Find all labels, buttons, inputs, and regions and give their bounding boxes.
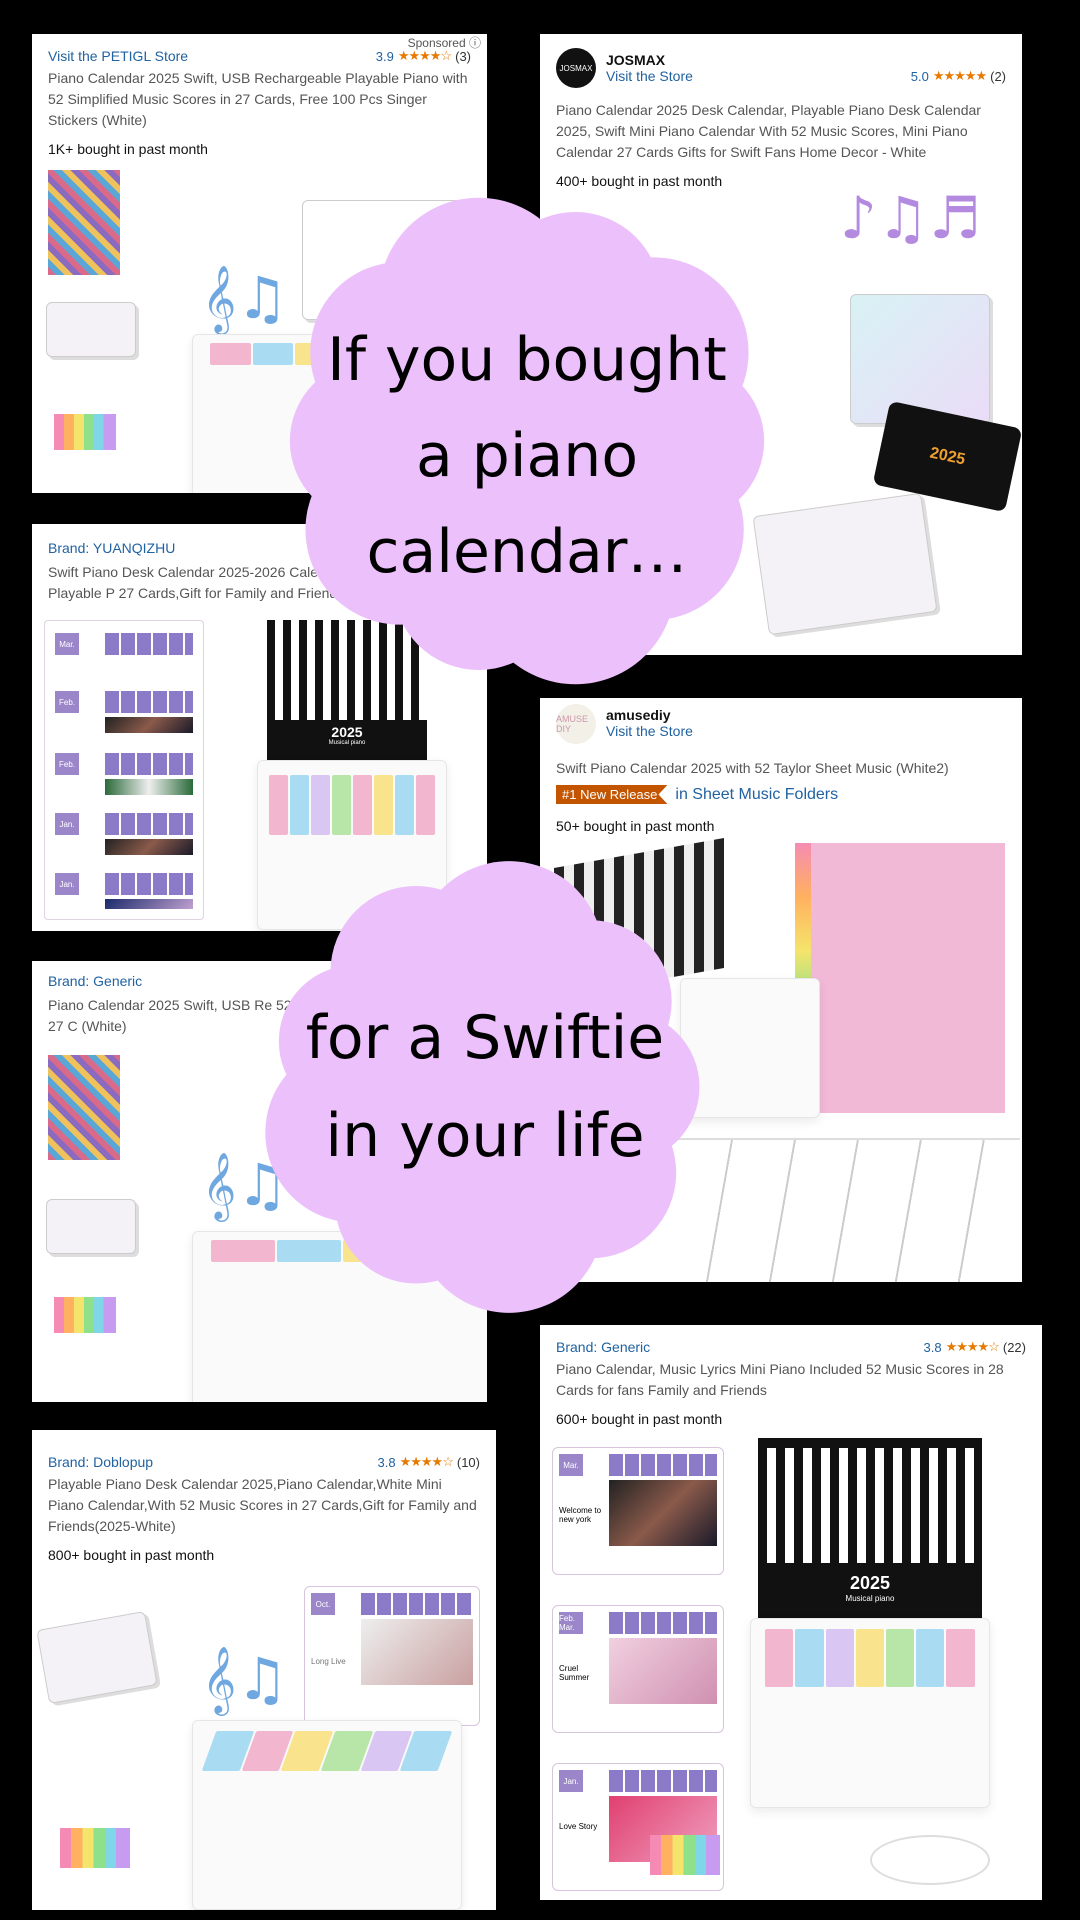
song-title: Long Live	[311, 1657, 346, 1666]
review-count: (22)	[1002, 1339, 1026, 1355]
josmax-logo: JOSMAX	[556, 48, 596, 88]
star-icons: ★★★★☆	[399, 1454, 454, 1469]
usb-cable-image	[870, 1835, 990, 1885]
bought-count: 1K+ bought in past month	[48, 141, 208, 157]
brand-link[interactable]: Brand: Generic	[556, 1339, 650, 1355]
rating[interactable]: 3.9 ★★★★☆ (3)	[376, 48, 471, 64]
store-name: amusediy	[606, 707, 671, 723]
month-label: Oct.	[311, 1593, 335, 1615]
month-label: Jan.	[55, 813, 79, 835]
rating-value: 3.8	[377, 1454, 396, 1470]
product-title[interactable]: Swift Piano Calendar 2025 with 52 Taylor…	[556, 758, 1006, 779]
calendar-strip-image: Mar. Feb. Feb. Jan. Jan.	[44, 620, 204, 920]
month-label: Jan.	[55, 873, 79, 895]
store-name: JOSMAX	[606, 52, 666, 68]
brand-link[interactable]: Brand: YUANQIZHU	[48, 540, 175, 556]
piano-year: 2025	[331, 724, 363, 740]
rating-value: 3.8	[923, 1339, 942, 1355]
rating[interactable]: 3.8 ★★★★☆ (22)	[924, 1339, 1026, 1355]
product-title[interactable]: Playable Piano Desk Calendar 2025,Piano …	[48, 1474, 480, 1537]
piano-image	[192, 1720, 462, 1910]
calendar-card: Mar. Welcome to new york	[552, 1447, 724, 1575]
cloud-text-line: in your life	[325, 1101, 645, 1171]
product-title[interactable]: Piano Calendar, Music Lyrics Mini Piano …	[556, 1359, 1026, 1401]
pink-box-image	[795, 843, 1005, 1113]
store-link[interactable]: Visit the Store	[606, 68, 693, 84]
color-tabs-image	[54, 1297, 116, 1333]
bought-count: 50+ bought in past month	[556, 818, 715, 834]
product-title[interactable]: Piano Calendar 2025 Desk Calendar, Playa…	[556, 100, 1006, 163]
piano-subtitle: Musical piano	[845, 1594, 895, 1603]
review-count: (3)	[455, 48, 471, 64]
bought-count: 600+ bought in past month	[556, 1411, 723, 1427]
brand-link[interactable]: Brand: Generic	[48, 973, 142, 989]
month-label: Mar.	[559, 1454, 583, 1476]
cloud-shape	[265, 861, 700, 1313]
star-icons: ★★★★☆	[397, 48, 452, 63]
color-tabs-image	[54, 414, 116, 450]
cloud-callout-1: If you bought a piano calendar…	[262, 182, 792, 700]
bought-count: 800+ bought in past month	[48, 1547, 215, 1563]
song-title: Cruel Summer	[559, 1664, 590, 1682]
month-label: Feb. Mar.	[559, 1612, 583, 1634]
product-card-doblopup[interactable]: Brand: Doblopup 3.8 ★★★★☆ (10) Playable Pi…	[32, 1430, 496, 1910]
review-count: (10)	[456, 1454, 480, 1470]
stickers-image	[48, 170, 120, 275]
cloud-text-line: a piano	[415, 421, 639, 491]
music-notes-icon: ♪♫♬	[840, 184, 982, 252]
new-release-badge: #1 New Release	[556, 785, 668, 804]
color-tabs-image	[60, 1828, 130, 1868]
calendar-card: Oct. Long Live	[304, 1586, 480, 1726]
song-title: Welcome to new york	[559, 1506, 602, 1524]
gift-box-image	[850, 294, 990, 424]
rating-value: 3.9	[375, 48, 394, 64]
review-count: (2)	[990, 68, 1006, 84]
music-cards-image	[36, 1611, 158, 1704]
store-link[interactable]: Visit the Store	[606, 723, 693, 739]
cloud-text-line: for a Swiftie	[305, 1003, 665, 1073]
product-card-generic-2[interactable]: Brand: Generic 3.8 ★★★★☆ (22) Piano Calend…	[540, 1325, 1042, 1900]
rating[interactable]: 3.8 ★★★★☆ (10)	[378, 1454, 480, 1470]
month-label: Jan.	[559, 1770, 583, 1792]
stickers-image	[48, 1055, 120, 1160]
color-tabs-image	[650, 1835, 720, 1875]
amusediy-logo: AMUSE DIY	[556, 704, 596, 744]
star-icons: ★★★★★	[932, 68, 987, 83]
calendar-card: Feb. Mar. Cruel Summer	[552, 1605, 724, 1733]
month-label: Mar.	[55, 633, 79, 655]
category-link[interactable]: in Sheet Music Folders	[675, 786, 838, 803]
product-title[interactable]: Piano Calendar 2025 Swift, USB Rechargea…	[48, 68, 471, 131]
rating[interactable]: 5.0 ★★★★★ (2)	[911, 68, 1006, 84]
brand-link[interactable]: Brand: Doblopup	[48, 1454, 153, 1470]
music-cards-image	[46, 1199, 136, 1254]
cloud-callout-2: for a Swiftie in your life	[245, 852, 725, 1322]
music-notes-icon: 𝄞♫	[202, 1645, 289, 1713]
month-label: Feb.	[55, 691, 79, 713]
box-label: 2025	[928, 443, 967, 469]
cloud-text-line: calendar…	[366, 517, 688, 587]
piano-image: 2025 Musical piano	[750, 1438, 990, 1808]
store-link[interactable]: Visit the PETIGL Store	[48, 48, 188, 64]
star-icons: ★★★★☆	[945, 1339, 1000, 1354]
music-cards-image	[46, 302, 136, 357]
piano-subtitle: Musical piano	[328, 740, 366, 746]
month-label: Feb.	[55, 753, 79, 775]
piano-year: 2025	[849, 1573, 891, 1593]
rating-value: 5.0	[910, 68, 929, 84]
song-title: Love Story	[559, 1822, 598, 1831]
cloud-text-line: If you bought	[327, 325, 727, 395]
